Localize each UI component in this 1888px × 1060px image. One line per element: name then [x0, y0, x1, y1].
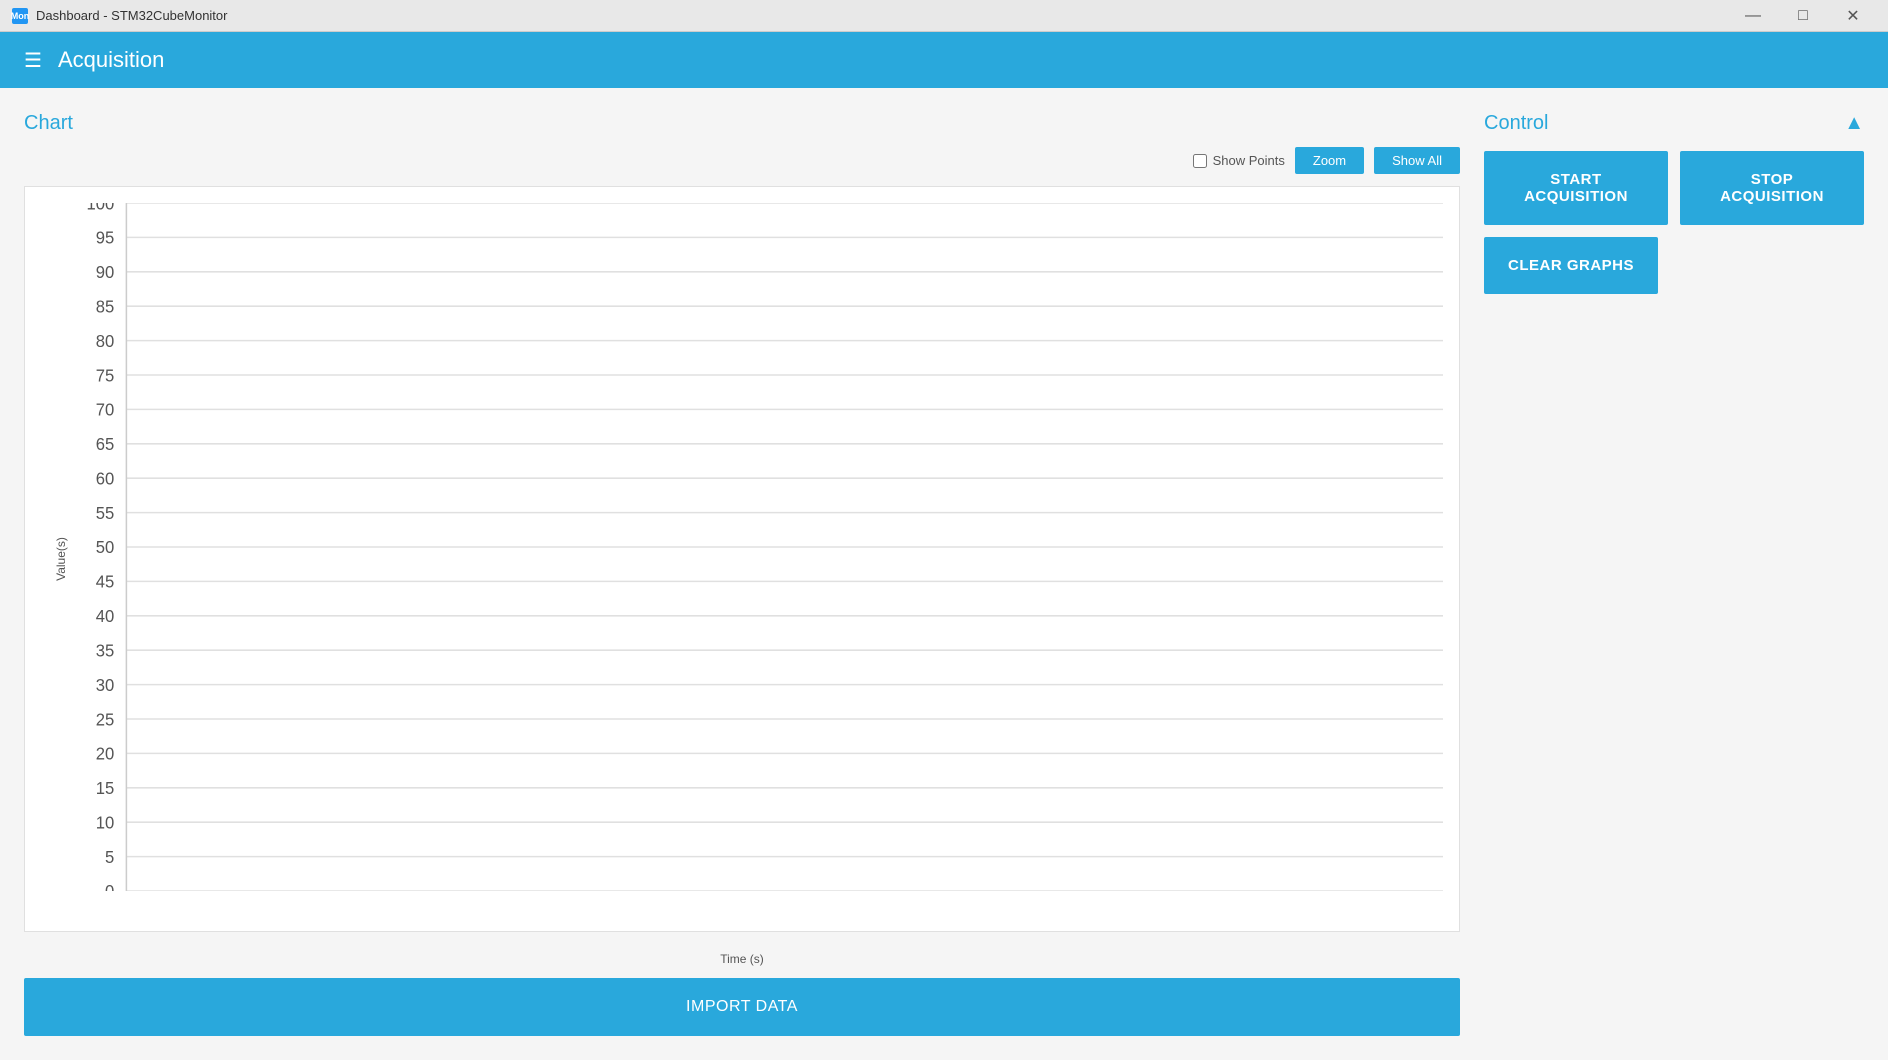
svg-text:70: 70 — [96, 400, 115, 419]
chart-area: Value(s) 100 95 90 — [24, 186, 1460, 932]
control-title: Control — [1484, 112, 1548, 135]
title-bar: Mon Dashboard - STM32CubeMonitor — □ ✕ — [0, 0, 1888, 32]
svg-text:45: 45 — [96, 572, 115, 591]
show-all-button[interactable]: Show All — [1374, 147, 1460, 174]
svg-text:75: 75 — [96, 366, 115, 385]
svg-text:20: 20 — [96, 744, 115, 763]
svg-text:40: 40 — [96, 607, 115, 626]
x-axis-label: Time (s) — [24, 952, 1460, 966]
svg-text:0: 0 — [105, 882, 114, 891]
show-points-checkbox[interactable] — [1193, 154, 1207, 168]
svg-text:100: 100 — [87, 203, 115, 213]
svg-text:25: 25 — [96, 710, 115, 729]
app-icon: Mon — [12, 8, 28, 24]
chart-controls: Show Points Zoom Show All — [24, 147, 1460, 174]
svg-text:5: 5 — [105, 848, 114, 867]
svg-text:60: 60 — [96, 469, 115, 488]
title-bar-controls: — □ ✕ — [1730, 0, 1876, 32]
clear-graphs-button[interactable]: CLEAR GRAPHS — [1484, 237, 1658, 294]
chart-title: Chart — [24, 112, 1460, 135]
page-title: Acquisition — [58, 47, 164, 73]
collapse-icon[interactable]: ▲ — [1844, 112, 1864, 135]
control-panel: Control ▲ START ACQUISITION STOP ACQUISI… — [1484, 112, 1864, 1036]
svg-text:65: 65 — [96, 435, 115, 454]
svg-text:10: 10 — [96, 813, 115, 832]
y-axis-group: 100 95 90 85 80 — [87, 203, 1443, 891]
close-button[interactable]: ✕ — [1830, 0, 1876, 32]
svg-text:50: 50 — [96, 538, 115, 557]
header: ☰ Acquisition — [0, 32, 1888, 88]
chart-svg: 100 95 90 85 80 — [81, 203, 1443, 891]
svg-text:95: 95 — [96, 228, 115, 247]
y-axis-label: Value(s) — [54, 537, 68, 581]
svg-text:55: 55 — [96, 504, 115, 523]
chart-panel: Chart Show Points Zoom Show All Value(s) — [24, 112, 1460, 1036]
title-bar-left: Mon Dashboard - STM32CubeMonitor — [12, 8, 227, 24]
svg-text:35: 35 — [96, 641, 115, 660]
main-content: Chart Show Points Zoom Show All Value(s) — [0, 88, 1888, 1060]
zoom-button[interactable]: Zoom — [1295, 147, 1364, 174]
control-buttons: START ACQUISITION STOP ACQUISITION CLEAR… — [1484, 151, 1864, 294]
window-title: Dashboard - STM32CubeMonitor — [36, 8, 227, 23]
svg-text:90: 90 — [96, 263, 115, 282]
svg-text:15: 15 — [96, 779, 115, 798]
svg-text:30: 30 — [96, 676, 115, 695]
restore-button[interactable]: □ — [1780, 0, 1826, 32]
control-header: Control ▲ — [1484, 112, 1864, 151]
stop-acquisition-button[interactable]: STOP ACQUISITION — [1680, 151, 1864, 225]
show-points-label: Show Points — [1193, 153, 1285, 168]
start-acquisition-button[interactable]: START ACQUISITION — [1484, 151, 1668, 225]
minimize-button[interactable]: — — [1730, 0, 1776, 32]
svg-text:85: 85 — [96, 297, 115, 316]
svg-text:80: 80 — [96, 332, 115, 351]
hamburger-icon[interactable]: ☰ — [24, 48, 42, 73]
import-data-button[interactable]: IMPORT DATA — [24, 978, 1460, 1036]
chart-inner: 100 95 90 85 80 — [81, 203, 1443, 891]
